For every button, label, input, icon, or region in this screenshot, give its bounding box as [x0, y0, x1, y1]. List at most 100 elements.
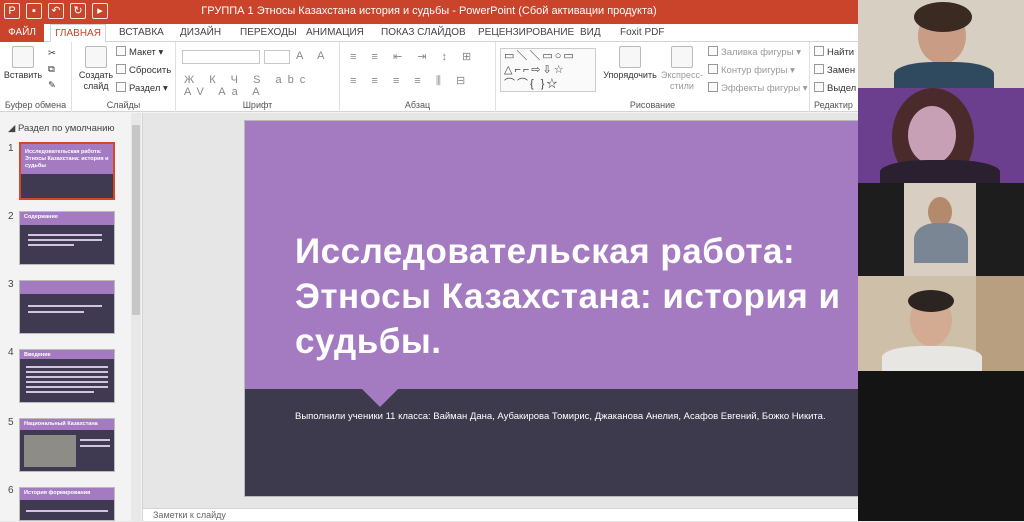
layout-button[interactable]: Макет ▾: [116, 46, 163, 59]
layout-icon: [116, 46, 126, 56]
thumb-title: История формирования: [24, 490, 91, 496]
slide-thumbnails-panel: ◢ Раздел по умолчанию 1 Исследовательска…: [0, 113, 143, 521]
slides-group-label: Слайды: [106, 100, 141, 110]
slide-number: 4: [8, 347, 14, 358]
drawing-group-label: Рисование: [629, 100, 676, 110]
reset-button[interactable]: Сбросить: [116, 64, 171, 77]
shape-fill-button[interactable]: Заливка фигуры ▾: [708, 46, 801, 59]
thumb-text-line: [80, 439, 110, 441]
scrollbar-thumb[interactable]: [132, 125, 140, 315]
section-button[interactable]: Раздел ▾: [116, 82, 168, 95]
align-buttons[interactable]: ≡ ≡ ≡ ≡ ⫼ ⊟: [350, 74, 471, 88]
person-body: [880, 160, 1000, 183]
thumb-text-line: [26, 371, 108, 373]
thumb-text-line: [26, 376, 108, 378]
section-icon: [116, 82, 126, 92]
shape-fill-label: Заливка фигуры: [721, 47, 794, 58]
powerpoint-window: P ▪ ↶ ↻ ▸ ГРУППА 1 Этносы Казахстана ист…: [0, 0, 1024, 521]
shape-effects-label: Эффекты фигуры: [721, 83, 801, 94]
shape-outline-button[interactable]: Контур фигуры ▾: [708, 64, 795, 77]
ribbon: Вставить ✂ ⧉ ✎ Буфер обмена Создать слай…: [0, 42, 858, 112]
slide-thumbnail[interactable]: [19, 280, 115, 334]
font-family-select[interactable]: [182, 50, 260, 64]
quick-styles-icon: [671, 46, 693, 68]
list-buttons[interactable]: ≡ ≡ ⇤ ⇥ ↕ ⊞: [350, 50, 477, 63]
thumb-text-line: [28, 239, 102, 241]
editing-group-label: Редактир: [814, 100, 853, 110]
person-body: [894, 62, 994, 88]
paste-button[interactable]: Вставить: [2, 46, 44, 81]
thumb-text-line: [28, 244, 74, 246]
tab-file[interactable]: ФАЙЛ: [0, 24, 44, 42]
room-door: [976, 276, 1024, 371]
tab-review[interactable]: РЕЦЕНЗИРОВАНИЕ: [476, 24, 576, 42]
font-group: A A Ж К Ч S abc AV Aa A Шрифт: [176, 42, 340, 112]
thumb-text-line: [26, 391, 94, 393]
find-button[interactable]: Найти: [814, 46, 854, 59]
shape-effects-button[interactable]: Эффекты фигуры ▾: [708, 82, 808, 95]
person-hair: [908, 290, 954, 312]
section-header[interactable]: ◢ Раздел по умолчанию: [8, 123, 115, 134]
replace-button[interactable]: Замен: [814, 64, 855, 77]
copy-icon[interactable]: ⧉: [48, 64, 55, 76]
slide-thumbnail[interactable]: История формирования: [19, 487, 115, 521]
person-body: [914, 223, 968, 263]
thumb-title: Исследовательская работа: Этносы Казахст…: [25, 149, 109, 169]
thumb-top-band: [20, 281, 114, 294]
new-slide-button[interactable]: Создать слайд: [76, 46, 116, 92]
cut-icon[interactable]: ✂: [48, 48, 56, 60]
slide-subtitle[interactable]: Выполнили ученики 11 класса: Вайман Дана…: [295, 411, 875, 422]
person-head: [908, 106, 956, 164]
format-painter-icon[interactable]: ✎: [48, 80, 56, 92]
thumbnail-scrollbar[interactable]: [131, 113, 141, 521]
tab-home[interactable]: ГЛАВНАЯ: [50, 24, 106, 43]
thumb-text-line: [26, 386, 108, 388]
tab-view[interactable]: ВИД: [578, 24, 603, 42]
person-hair: [914, 2, 972, 32]
select-button[interactable]: Выдел: [814, 82, 856, 95]
tab-design[interactable]: ДИЗАЙН: [178, 24, 223, 42]
current-slide[interactable]: Исследовательская работа: Этносы Казахст…: [244, 120, 916, 497]
thumb-title: Содержание: [24, 214, 58, 220]
slide-thumbnail[interactable]: Введение: [19, 349, 115, 403]
slide-notes-bar[interactable]: Заметки к слайду: [143, 508, 858, 521]
title-bar: P ▪ ↶ ↻ ▸ ГРУППА 1 Этносы Казахстана ист…: [0, 0, 858, 24]
shapes-gallery[interactable]: ▭＼＼▭○▭ △⌐⌐⇨⇩☆ ⌒⌒{ }☆: [500, 48, 596, 92]
thumb-text-line: [28, 305, 102, 307]
slide-number: 1: [8, 143, 14, 154]
font-size-select[interactable]: [264, 50, 290, 64]
thumb-text-line: [26, 381, 108, 383]
person-body: [882, 346, 982, 371]
thumb-photo: [24, 435, 76, 467]
slide-thumbnail[interactable]: Национальный Казахстана: [19, 418, 115, 472]
thumb-title: Введение: [24, 352, 51, 358]
slide-title[interactable]: Исследовательская работа: Этносы Казахст…: [295, 229, 895, 364]
slide-thumbnail[interactable]: Содержание: [19, 211, 115, 265]
slide-thumbnail[interactable]: Исследовательская работа: Этносы Казахст…: [19, 142, 115, 200]
font-format-buttons[interactable]: Ж К Ч S abc AV Aa A: [184, 74, 339, 98]
thumb-text-line: [28, 234, 102, 236]
section-header-label: Раздел по умолчанию: [17, 123, 115, 134]
quick-styles-button[interactable]: Экспресс-стили: [658, 46, 706, 92]
thumb-text-line: [26, 366, 108, 368]
slide-notch-decoration: [360, 387, 400, 407]
tab-animation[interactable]: АНИМАЦИЯ: [304, 24, 366, 42]
reset-label: Сбросить: [129, 65, 172, 76]
font-size-buttons[interactable]: A A: [296, 50, 331, 62]
arrange-button[interactable]: Упорядочить: [600, 46, 660, 81]
layout-label: Макет: [129, 47, 156, 58]
tab-foxit-pdf[interactable]: Foxit PDF: [618, 24, 666, 42]
font-group-label: Шрифт: [242, 100, 273, 110]
clipboard-icon: [12, 46, 34, 68]
paragraph-group-label: Абзац: [404, 100, 431, 110]
participant-video: [858, 183, 1024, 276]
participant-video: [858, 276, 1024, 371]
tab-slideshow[interactable]: ПОКАЗ СЛАЙДОВ: [379, 24, 468, 42]
new-slide-label: Создать слайд: [78, 70, 114, 91]
participant-video: [858, 0, 1024, 88]
arrange-label: Упорядочить: [603, 70, 657, 80]
tab-insert[interactable]: ВСТАВКА: [117, 24, 166, 42]
tab-transitions[interactable]: ПЕРЕХОДЫ: [238, 24, 299, 42]
editing-group: Найти Замен Выдел Редактир: [810, 42, 858, 112]
find-label: Найти: [827, 47, 855, 58]
